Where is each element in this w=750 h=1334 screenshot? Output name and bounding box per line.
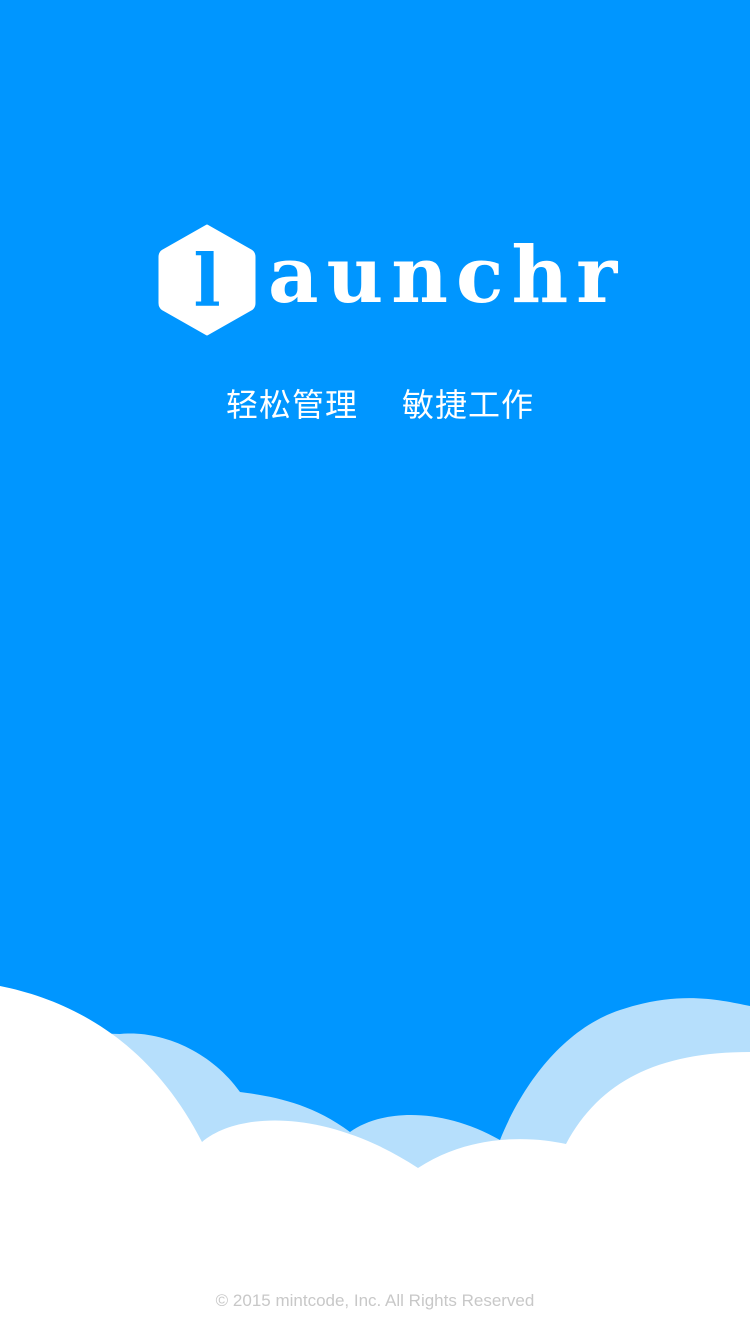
hexagon-l-logo-icon: l <box>158 224 256 336</box>
splash-screen: l aunchr 轻松管理 敏捷工作 © 2015 mintcode, Inc.… <box>0 0 750 1334</box>
tagline-easy-management: 轻松管理 <box>226 386 359 424</box>
launchr-logo: l aunchr <box>158 224 617 340</box>
logo-letter: l <box>193 238 220 323</box>
tagline-agile-work: 敏捷工作 <box>402 386 535 424</box>
cloud-illustration <box>0 986 750 1334</box>
logo-wordmark: aunchr <box>268 230 626 321</box>
copyright-text: © 2015 mintcode, Inc. All Rights Reserve… <box>215 1291 535 1310</box>
